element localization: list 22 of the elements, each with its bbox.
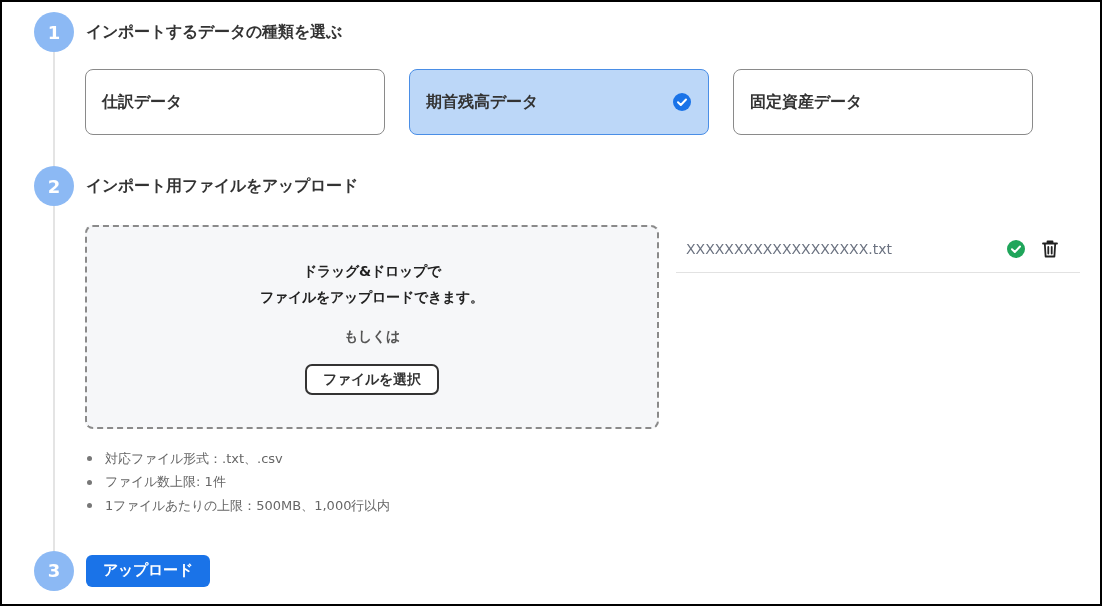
or-text: もしくは — [344, 327, 400, 346]
choose-file-button[interactable]: ファイルを選択 — [305, 364, 439, 395]
step-title: インポート用ファイルをアップロード — [86, 175, 359, 197]
bullet-icon — [87, 456, 92, 462]
trash-icon[interactable] — [1042, 239, 1058, 258]
data-type-option[interactable]: 仕訳データ — [85, 69, 385, 135]
drop-instructions: ドラッグ&ドロップで ファイルをアップロードできます。 — [260, 262, 484, 307]
data-type-option[interactable]: 固定資産データ — [733, 69, 1033, 135]
file-drop-zone[interactable]: ドラッグ&ドロップで ファイルをアップロードできます。 もしくは ファイルを選択 — [85, 225, 659, 429]
step-number: 2 — [34, 166, 74, 206]
bullet-icon — [87, 503, 92, 509]
step-number: 3 — [34, 550, 74, 591]
bullet-icon — [87, 479, 92, 485]
check-circle-icon — [673, 93, 691, 111]
note-text: ファイル数上限: 1件 — [105, 473, 226, 492]
file-name: XXXXXXXXXXXXXXXXXXX.txt — [686, 240, 893, 257]
upload-button[interactable]: アップロード — [86, 554, 210, 587]
data-type-option[interactable]: 期首残高データ — [409, 69, 709, 135]
step-number: 1 — [34, 12, 74, 52]
step-title: インポートするデータの種類を選ぶ — [86, 21, 343, 43]
note-text: 1ファイルあたりの上限：500MB、1,000行以内 — [105, 496, 391, 515]
note-text: 対応ファイル形式：.txt、.csv — [105, 449, 283, 468]
